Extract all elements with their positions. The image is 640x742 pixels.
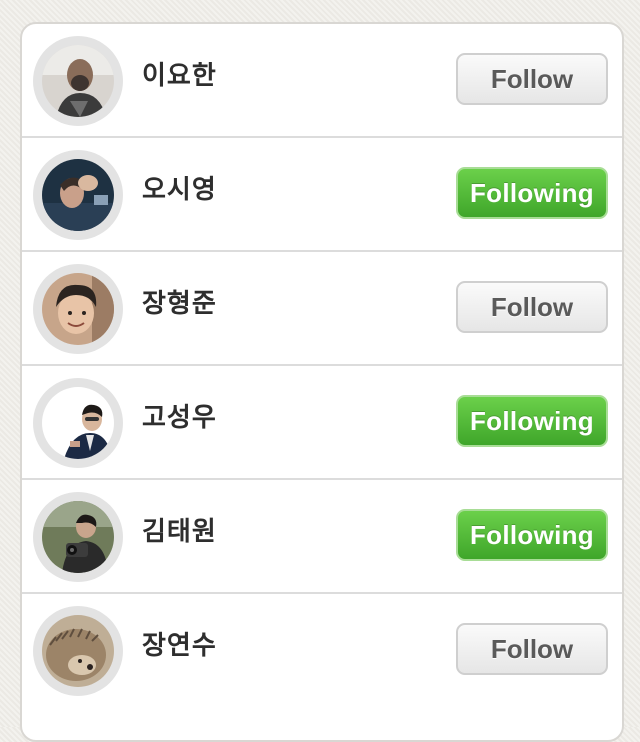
following-button[interactable]: Following	[456, 395, 608, 447]
avatar-frame	[33, 378, 123, 468]
user-name[interactable]: 장연수	[142, 594, 217, 698]
avatar[interactable]	[42, 159, 114, 231]
avatar[interactable]	[42, 387, 114, 459]
avatar[interactable]	[42, 615, 114, 687]
avatar-frame	[33, 492, 123, 582]
avatar[interactable]	[42, 501, 114, 573]
user-list-card: 이요한 Follow 오시영 Following 장형준 Follow 고성우 …	[20, 22, 624, 742]
following-button[interactable]: Following	[456, 509, 608, 561]
avatar-frame	[33, 264, 123, 354]
user-row: 고성우 Following	[22, 366, 622, 480]
avatar-frame	[33, 150, 123, 240]
user-name[interactable]: 이요한	[142, 24, 217, 128]
user-name[interactable]: 고성우	[142, 366, 217, 470]
avatar[interactable]	[42, 273, 114, 345]
user-row: 이요한 Follow	[22, 24, 622, 138]
user-row: 장형준 Follow	[22, 252, 622, 366]
user-name[interactable]: 김태원	[142, 480, 217, 584]
user-row: 오시영 Following	[22, 138, 622, 252]
follow-button[interactable]: Follow	[456, 281, 608, 333]
user-row: 장연수 Follow	[22, 594, 622, 708]
follow-button[interactable]: Follow	[456, 53, 608, 105]
user-name[interactable]: 오시영	[142, 138, 217, 242]
avatar-frame	[33, 36, 123, 126]
user-name[interactable]: 장형준	[142, 252, 217, 356]
user-row: 김태원 Following	[22, 480, 622, 594]
avatar[interactable]	[42, 45, 114, 117]
follow-button[interactable]: Follow	[456, 623, 608, 675]
avatar-frame	[33, 606, 123, 696]
following-button[interactable]: Following	[456, 167, 608, 219]
